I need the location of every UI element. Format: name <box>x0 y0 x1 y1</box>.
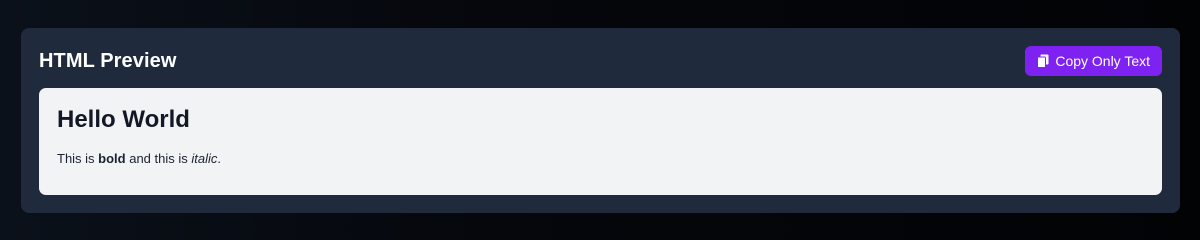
preview-heading: Hello World <box>57 106 190 133</box>
paragraph-text-2: and this is <box>125 151 192 166</box>
panel-title: HTML Preview <box>39 49 177 72</box>
paragraph-text-1: This is <box>57 151 99 166</box>
copy-only-text-button[interactable]: Copy Only Text <box>1025 46 1162 76</box>
paragraph-bold-text: bold <box>98 151 126 166</box>
preview-content: Hello World This is bold and this is ita… <box>39 88 1162 195</box>
paragraph-text-3: . <box>217 151 222 166</box>
paragraph-italic-text: italic <box>191 151 218 166</box>
preview-paragraph: This is bold and this is italic. <box>57 150 1144 168</box>
panel-header: HTML Preview Copy Only Text <box>39 46 1162 76</box>
html-preview-panel: HTML Preview Copy Only Text Hello World … <box>21 28 1180 213</box>
copy-icon <box>1037 54 1049 68</box>
copy-button-label: Copy Only Text <box>1055 53 1150 69</box>
